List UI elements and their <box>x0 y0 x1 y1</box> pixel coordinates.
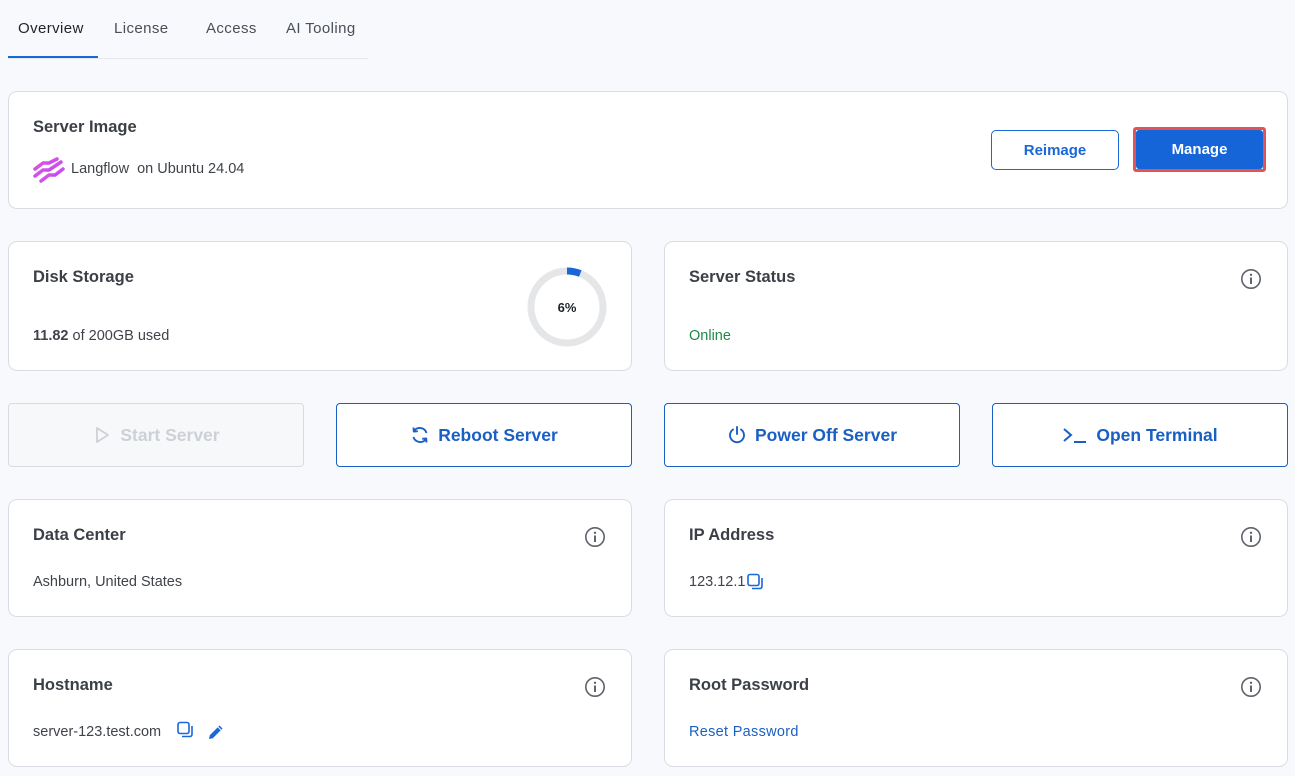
refresh-icon <box>412 427 428 443</box>
info-icon[interactable] <box>1240 526 1262 548</box>
reboot-server-button[interactable]: Reboot Server <box>336 403 632 467</box>
disk-usage-text: 11.82 of 200GB used <box>33 328 169 344</box>
power-icon <box>729 426 745 444</box>
active-tab-indicator <box>8 56 98 58</box>
data-center-title: Data Center <box>33 526 126 544</box>
disk-storage-title: Disk Storage <box>33 268 134 286</box>
copy-icon[interactable] <box>746 573 764 591</box>
langflow-logo-icon <box>33 157 65 183</box>
tab-bar: Overview License Access AI Tooling <box>8 0 368 59</box>
reimage-button[interactable]: Reimage <box>991 130 1119 170</box>
app-name: Langflow <box>71 161 130 177</box>
tab-access[interactable]: Access <box>206 20 257 37</box>
ip-address-card: IP Address 123.12.1 <box>664 499 1288 617</box>
reset-password-link[interactable]: Reset Password <box>689 724 799 740</box>
disk-total-text: of 200GB used <box>72 328 170 344</box>
tab-overview[interactable]: Overview <box>18 20 84 37</box>
ip-address-title: IP Address <box>689 526 775 544</box>
play-icon <box>96 427 110 443</box>
root-password-card: Root Password Reset Password <box>664 649 1288 767</box>
server-image-card: Server Image Langflow on Ubuntu 24.04 Re… <box>8 91 1288 209</box>
tab-license[interactable]: License <box>114 20 169 37</box>
pencil-icon[interactable] <box>207 723 225 741</box>
disk-used-value: 11.82 <box>33 328 69 344</box>
disk-storage-card: Disk Storage 11.82 of 200GB used 6% <box>8 241 632 371</box>
server-image-name: Langflow on Ubuntu 24.04 <box>71 161 244 177</box>
data-center-value: Ashburn, United States <box>33 574 183 590</box>
power-off-server-button[interactable]: Power Off Server <box>664 403 960 467</box>
terminal-icon <box>1063 428 1087 443</box>
open-terminal-label: Open Terminal <box>1096 424 1218 445</box>
info-icon[interactable] <box>584 526 606 548</box>
ip-address-value: 123.12.1 <box>689 574 746 590</box>
copy-icon[interactable] <box>176 721 194 739</box>
info-icon[interactable] <box>1240 268 1262 290</box>
info-icon[interactable] <box>584 676 606 698</box>
disk-usage-percent: 6% <box>557 299 577 315</box>
tab-ai-tooling[interactable]: AI Tooling <box>286 20 356 37</box>
server-status-title: Server Status <box>689 268 796 286</box>
start-server-button: Start Server <box>8 403 304 467</box>
open-terminal-button[interactable]: Open Terminal <box>992 403 1288 467</box>
manage-button[interactable]: Manage <box>1136 130 1263 169</box>
server-status-card: Server Status Online <box>664 241 1288 371</box>
start-server-label: Start Server <box>120 424 220 445</box>
power-off-server-label: Power Off Server <box>755 424 897 445</box>
os-text: on Ubuntu 24.04 <box>137 161 245 177</box>
hostname-title: Hostname <box>33 676 113 694</box>
hostname-value: server-123.test.com <box>33 724 162 740</box>
server-image-title: Server Image <box>33 118 137 136</box>
hostname-card: Hostname server-123.test.com <box>8 649 632 767</box>
server-status-value: Online <box>689 328 731 344</box>
data-center-card: Data Center Ashburn, United States <box>8 499 632 617</box>
info-icon[interactable] <box>1240 676 1262 698</box>
root-password-title: Root Password <box>689 676 810 694</box>
reboot-server-label: Reboot Server <box>438 424 558 445</box>
